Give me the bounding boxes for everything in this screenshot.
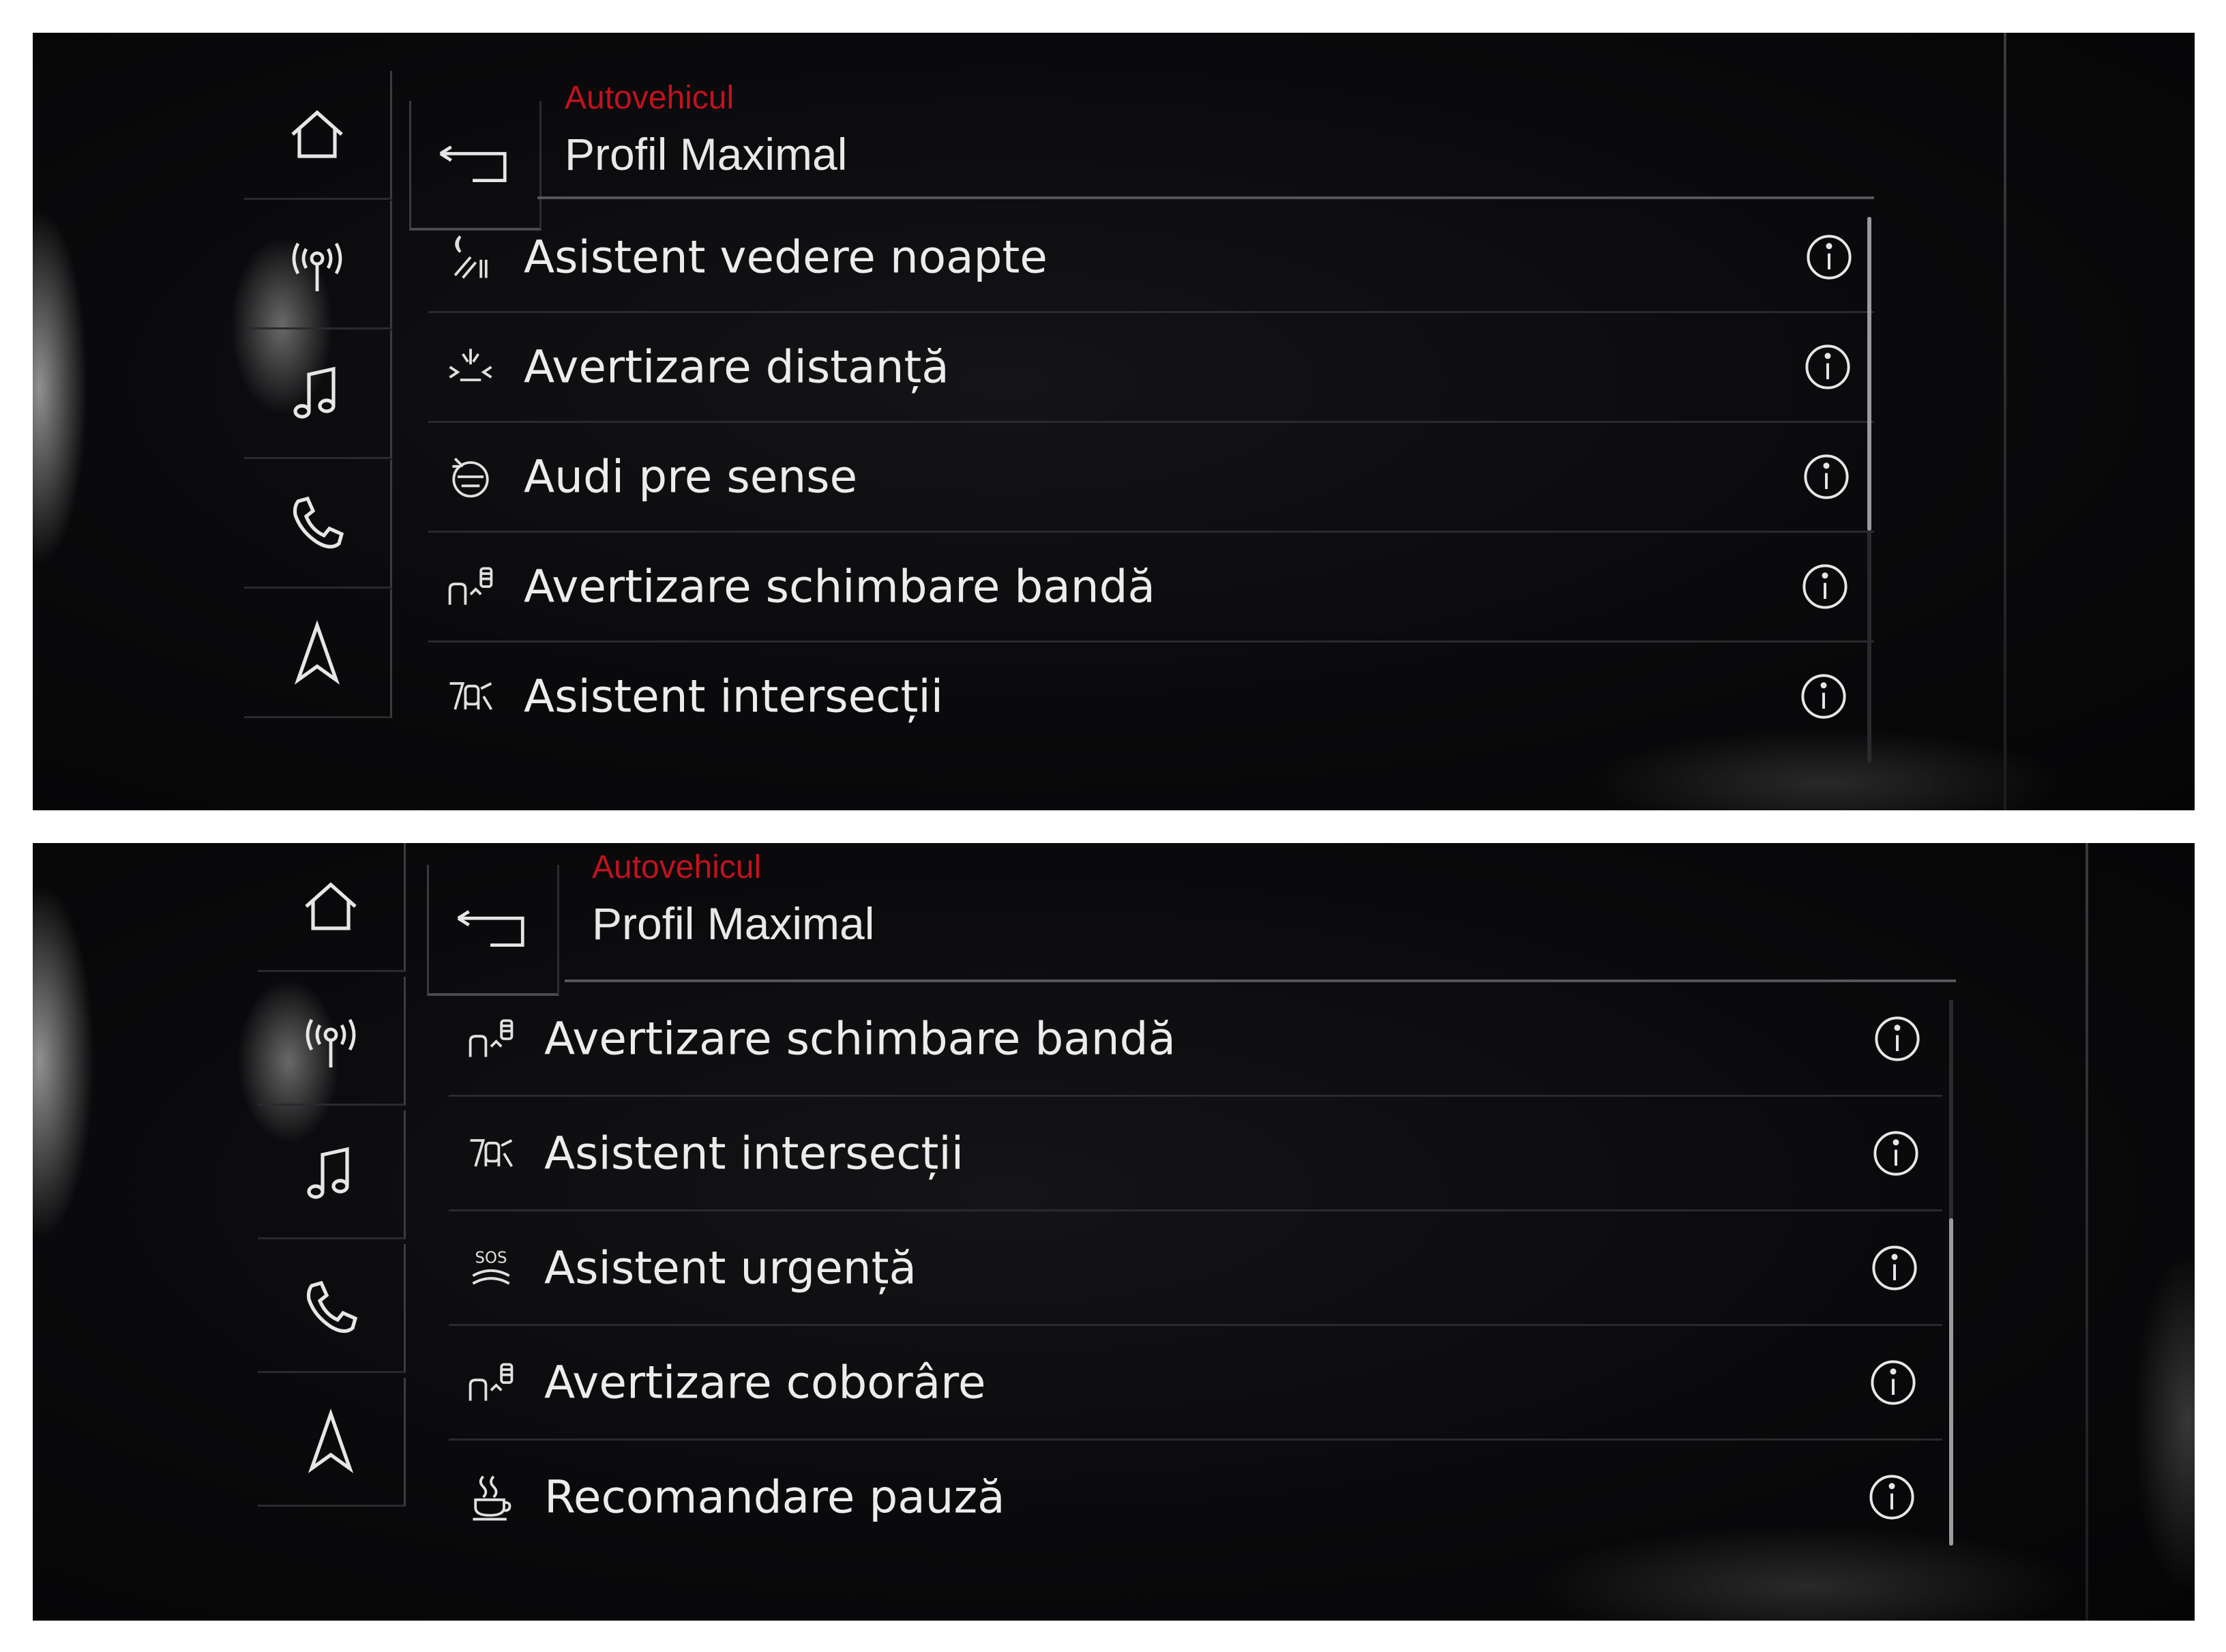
list-item-label: Avertizare schimbare bandă — [524, 560, 1155, 613]
list-item[interactable]: Asistent intersecții — [449, 1097, 1942, 1211]
info-icon[interactable] — [1870, 1243, 1919, 1293]
screen-edge — [2004, 33, 2006, 810]
phone-icon — [306, 1280, 358, 1333]
list-item-label: Avertizare coborâre — [544, 1356, 986, 1408]
scrollbar-thumb[interactable] — [1949, 1218, 1953, 1546]
glare — [33, 210, 87, 565]
sidebar-phone[interactable] — [258, 1244, 406, 1373]
music-note-icon — [293, 366, 336, 419]
list-item[interactable]: Audi pre sense — [428, 423, 1874, 533]
info-icon[interactable] — [1867, 1473, 1916, 1522]
info-icon[interactable] — [1802, 452, 1851, 501]
list-item[interactable]: Avertizare schimbare bandă — [428, 533, 1874, 643]
list-item[interactable]: Avertizare schimbare bandă — [449, 982, 1942, 1097]
lane-change-icon — [469, 1019, 514, 1057]
navigation-icon — [294, 620, 340, 685]
info-icon[interactable] — [1869, 1358, 1918, 1407]
title-rule — [537, 196, 1874, 199]
back-arrow-icon — [439, 145, 507, 182]
breadcrumb[interactable]: Autovehicul — [592, 849, 761, 886]
list-item[interactable]: Avertizare distanță — [428, 313, 1874, 423]
scrollbar[interactable] — [1949, 1000, 1953, 1546]
list-item[interactable]: Asistent vedere noapte — [428, 203, 1874, 313]
settings-list: Avertizare schimbare bandă Asistent inte… — [449, 982, 1942, 1555]
back-arrow-icon — [457, 910, 524, 947]
list-item[interactable]: Asistent intersecții — [428, 643, 1874, 750]
breadcrumb[interactable]: Autovehicul — [565, 79, 734, 117]
info-icon[interactable] — [1799, 672, 1848, 721]
home-icon — [291, 110, 343, 158]
info-icon[interactable] — [1800, 562, 1850, 611]
sidebar-media[interactable] — [244, 330, 392, 459]
music-note-icon — [307, 1147, 349, 1199]
sos-icon: SOS — [472, 1249, 510, 1284]
list-item-label: Asistent vedere noapte — [524, 231, 1048, 284]
radio-icon — [306, 1018, 356, 1067]
scrollbar-thumb[interactable] — [1867, 217, 1871, 531]
lane-change-icon — [448, 567, 493, 605]
list-item-label: Recomandare pauză — [544, 1471, 1005, 1523]
sidebar-home[interactable] — [244, 71, 392, 200]
sidebar-radio[interactable] — [258, 977, 406, 1106]
settings-list: Asistent vedere noapte Avertizare distan… — [428, 203, 1874, 763]
radio-icon — [292, 242, 342, 291]
sidebar-media[interactable] — [258, 1110, 406, 1239]
home-icon — [305, 882, 357, 930]
list-item-label: Asistent urgență — [544, 1241, 917, 1294]
info-icon[interactable] — [1873, 1014, 1922, 1063]
list-item-label: Avertizare distanță — [524, 340, 949, 394]
info-icon[interactable] — [1805, 233, 1854, 282]
back-button[interactable] — [427, 865, 559, 996]
sidebar-radio[interactable] — [244, 201, 392, 329]
night-vision-icon — [454, 235, 488, 279]
list-item[interactable]: Recomandare pauză — [449, 1441, 1942, 1553]
sidebar-navigation[interactable] — [244, 589, 392, 718]
list-item-label: Asistent intersecții — [524, 670, 944, 723]
page-title: Profil Maximal — [565, 129, 848, 179]
list-item[interactable]: Avertizare coborâre — [449, 1326, 1942, 1441]
list-item[interactable]: SOS Asistent urgență — [449, 1211, 1942, 1326]
scrollbar[interactable] — [1867, 217, 1871, 763]
exit-warning-icon — [469, 1363, 514, 1401]
sidebar-home[interactable] — [258, 843, 406, 972]
screen-panel-top: Autovehicul Profil Maximal Asistent vede… — [33, 33, 2195, 810]
info-icon[interactable] — [1871, 1129, 1920, 1178]
glare — [33, 884, 94, 1239]
pre-sense-icon — [452, 458, 489, 498]
screen-edge — [2086, 843, 2088, 1621]
page-title: Profil Maximal — [592, 898, 875, 949]
intersection-icon — [449, 682, 493, 710]
list-item-label: Audi pre sense — [524, 450, 858, 503]
distance-warning-icon — [449, 349, 492, 381]
sidebar-navigation[interactable] — [258, 1378, 406, 1507]
glare — [2133, 1252, 2195, 1593]
svg-text:SOS: SOS — [475, 1249, 507, 1267]
coffee-cup-icon — [473, 1475, 511, 1520]
list-item-label: Asistent intersecții — [544, 1127, 964, 1179]
screen-panel-bottom: Autovehicul Profil Maximal Avertizare sc… — [33, 843, 2195, 1621]
phone-icon — [293, 496, 344, 549]
intersection-icon — [470, 1138, 514, 1167]
sidebar-phone[interactable] — [244, 460, 392, 589]
navigation-icon — [308, 1408, 354, 1473]
info-icon[interactable] — [1803, 342, 1852, 392]
list-item-label: Avertizare schimbare bandă — [544, 1012, 1176, 1065]
